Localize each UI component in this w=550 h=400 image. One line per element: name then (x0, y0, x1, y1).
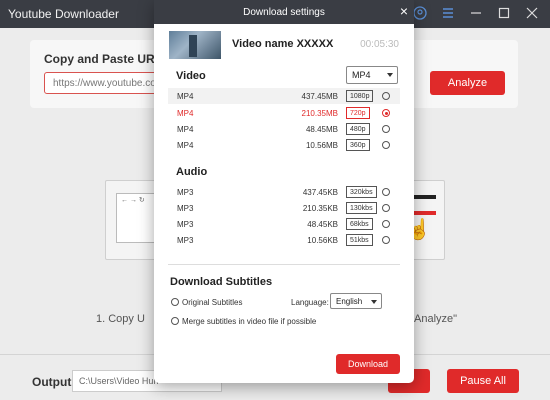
audio-option-row[interactable]: MP3 437.45KB 320kbs (168, 184, 400, 200)
option-format: MP3 (177, 204, 194, 213)
close-icon[interactable] (524, 5, 540, 21)
option-radio[interactable] (382, 141, 390, 149)
option-size: 10.56KB (307, 236, 338, 245)
video-duration: 00:05:30 (360, 39, 399, 50)
original-subtitles-radio[interactable] (171, 298, 179, 306)
option-radio[interactable] (382, 188, 390, 196)
original-subtitles-label: Original Subtitles (182, 298, 243, 307)
video-option-row[interactable]: MP4 48.45MB 480p (168, 121, 400, 137)
browser-nav-icon: ← → ↻ (121, 197, 145, 204)
subtitles-section-title: Download Subtitles (170, 276, 273, 288)
format-select-value: MP4 (352, 70, 371, 80)
download-button[interactable]: Download (336, 354, 400, 374)
option-radio[interactable] (382, 92, 390, 100)
option-size: 210.35KB (302, 204, 338, 213)
option-size: 437.45KB (302, 188, 338, 197)
step-3-text: Analyze" (414, 313, 458, 325)
video-option-row[interactable]: MP4 10.56MB 360p (168, 137, 400, 153)
option-quality: 51kbs (346, 234, 373, 246)
language-label: Language: (291, 298, 329, 307)
option-format: MP4 (177, 92, 194, 101)
option-radio[interactable] (382, 204, 390, 212)
language-select[interactable]: English (330, 293, 382, 309)
option-quality: 360p (346, 139, 370, 151)
merge-subtitles-label: Merge subtitles in video file if possibl… (182, 317, 317, 326)
video-option-row[interactable]: MP4 437.45MB 1080p (168, 88, 400, 104)
step-1-text: 1. Copy U (96, 313, 145, 325)
dialog-header: Download settings × (154, 0, 414, 24)
user-icon[interactable] (412, 5, 428, 21)
option-radio-checked[interactable] (382, 109, 390, 117)
minimize-icon[interactable] (468, 5, 484, 21)
audio-option-row[interactable]: MP3 48.45KB 68kbs (168, 216, 400, 232)
video-option-row-selected[interactable]: MP4 210.35MB 720p (168, 105, 400, 121)
original-subtitles-option[interactable]: Original Subtitles (171, 298, 242, 307)
option-radio[interactable] (382, 236, 390, 244)
video-name: Video name XXXXX (232, 38, 334, 50)
audio-section-title: Audio (176, 166, 208, 178)
option-size: 10.56MB (305, 141, 338, 150)
audio-option-row[interactable]: MP3 210.35KB 130kbs (168, 200, 400, 216)
dialog-close-icon[interactable]: × (400, 4, 408, 18)
maximize-icon[interactable] (496, 5, 512, 21)
option-format: MP3 (177, 220, 194, 229)
menu-icon[interactable] (440, 5, 456, 21)
option-format: MP4 (177, 125, 194, 134)
option-format: MP4 (177, 109, 194, 118)
option-radio[interactable] (382, 125, 390, 133)
option-quality: 480p (346, 123, 370, 135)
option-format: MP3 (177, 188, 194, 197)
option-quality: 1080p (346, 90, 374, 102)
option-format: MP4 (177, 141, 194, 150)
option-quality: 720p (346, 107, 370, 119)
output-label: Output: (32, 375, 76, 389)
language-select-value: English (336, 297, 363, 306)
option-quality: 130kbs (346, 202, 377, 214)
analyze-button[interactable]: Analyze (430, 71, 505, 95)
option-size: 437.45MB (301, 92, 338, 101)
video-thumbnail (169, 31, 221, 59)
app-title: Youtube Downloader (8, 7, 119, 21)
option-quality: 68kbs (346, 218, 373, 230)
option-size: 48.45MB (305, 125, 338, 134)
option-size: 210.35MB (301, 109, 338, 118)
option-format: MP3 (177, 236, 194, 245)
option-radio[interactable] (382, 220, 390, 228)
chevron-down-icon (387, 73, 393, 77)
download-settings-dialog: Download settings × Video name XXXXX 00:… (154, 0, 414, 383)
dialog-title: Download settings (243, 7, 325, 18)
option-size: 48.45KB (307, 220, 338, 229)
pause-all-button[interactable]: Pause All (447, 369, 519, 393)
video-section-title: Video (176, 70, 206, 82)
merge-subtitles-radio[interactable] (171, 317, 179, 325)
audio-option-row[interactable]: MP3 10.56KB 51kbs (168, 232, 400, 248)
chevron-down-icon (371, 300, 377, 304)
divider (168, 264, 400, 265)
format-select[interactable]: MP4 (346, 66, 398, 84)
merge-subtitles-option[interactable]: Merge subtitles in video file if possibl… (171, 317, 316, 326)
option-quality: 320kbs (346, 186, 377, 198)
